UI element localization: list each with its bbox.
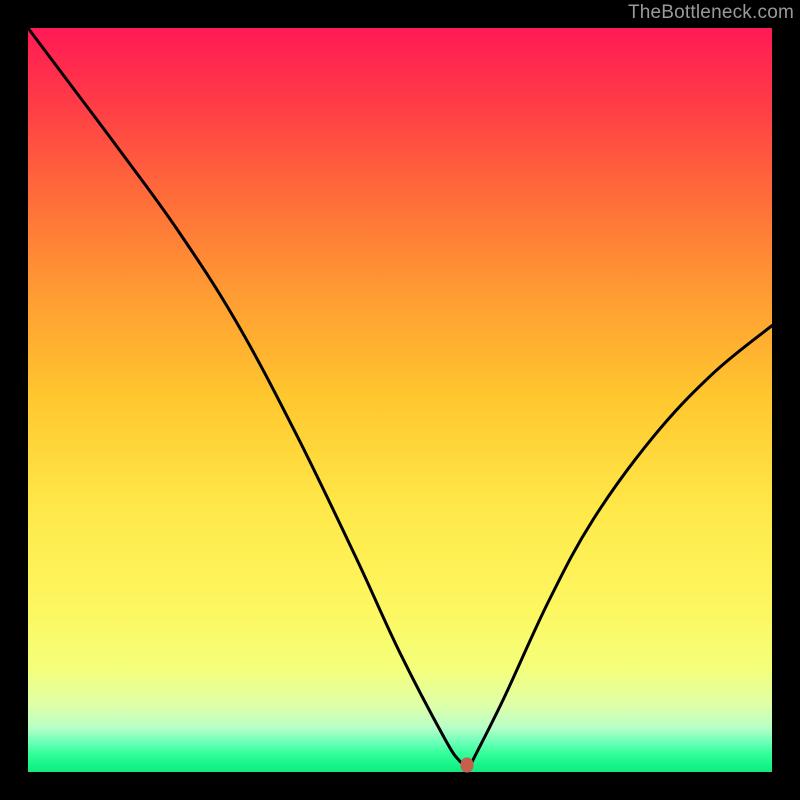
- bottleneck-curve: [28, 28, 772, 772]
- chart-frame: TheBottleneck.com: [0, 0, 800, 800]
- watermark-text: TheBottleneck.com: [628, 2, 794, 24]
- bottleneck-marker: [460, 757, 473, 772]
